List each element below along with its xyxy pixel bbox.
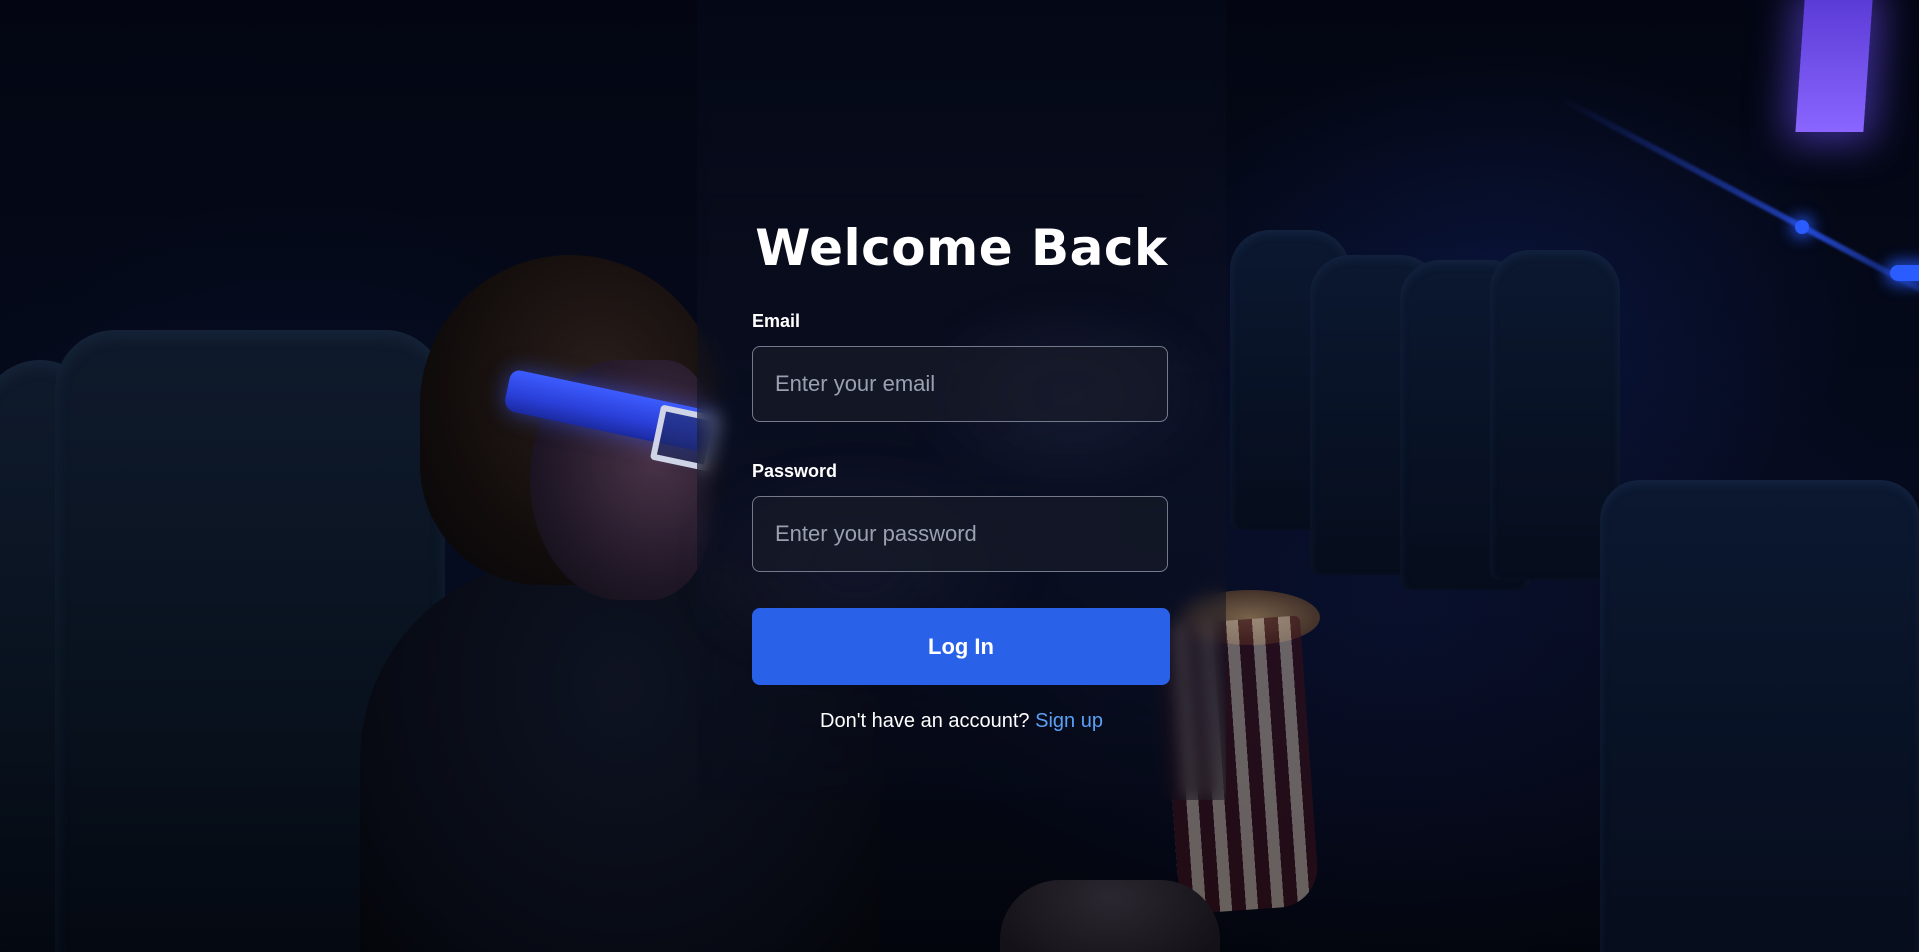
blue-light (1795, 220, 1809, 234)
blue-light (1890, 265, 1919, 281)
cinema-seat (1600, 480, 1919, 952)
signup-link[interactable]: Sign up (1035, 710, 1103, 732)
password-label: Password (752, 461, 838, 481)
email-label: Email (752, 311, 801, 331)
login-button[interactable]: Log In (752, 608, 1170, 685)
page-title: Welcome Back (755, 219, 1168, 277)
password-field[interactable] (752, 496, 1168, 572)
hand (1000, 880, 1220, 952)
screen-light (1795, 0, 1873, 132)
signup-prompt-line: Don't have an account? Sign up (697, 708, 1226, 734)
email-field[interactable] (752, 346, 1168, 422)
signup-prompt: Don't have an account? (820, 710, 1036, 732)
